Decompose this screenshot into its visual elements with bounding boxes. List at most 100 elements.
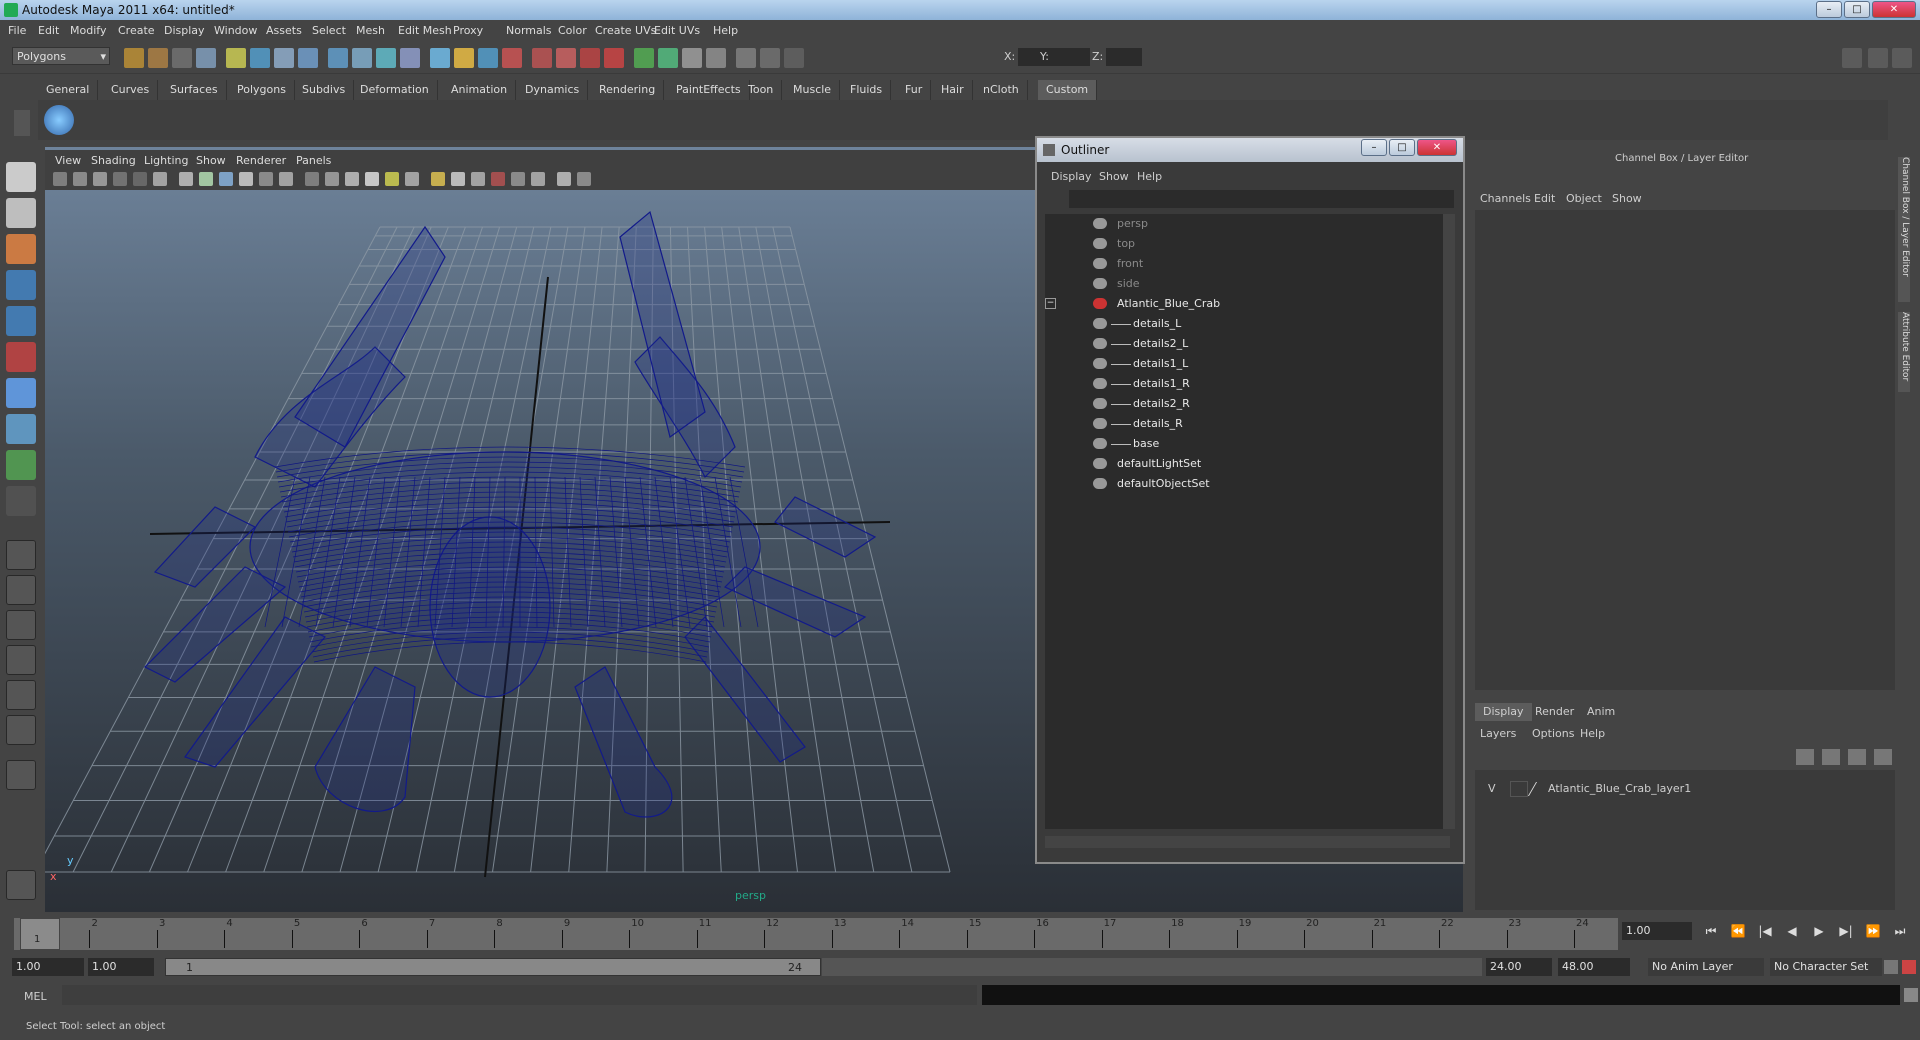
toolbar-tool-icon[interactable]: [352, 48, 372, 68]
toolbar-tool-icon[interactable]: [250, 48, 270, 68]
viewport-toolbar-icon[interactable]: [405, 172, 419, 186]
viewport-toolbar-icon[interactable]: [279, 172, 293, 186]
toolbar-tool-icon[interactable]: [706, 48, 726, 68]
channelbox-menu-edit[interactable]: Edit: [1534, 192, 1555, 205]
viewport-menu-show[interactable]: Show: [196, 154, 226, 167]
outliner-item[interactable]: details_R: [1045, 414, 1425, 434]
play-backward-icon[interactable]: ◀: [1781, 924, 1803, 938]
viewport-menu-lighting[interactable]: Lighting: [144, 154, 188, 167]
shelf-menu-icon[interactable]: [14, 110, 30, 136]
outliner-item[interactable]: − Atlantic_Blue_Crab: [1045, 294, 1425, 314]
shelf-tab-rendering[interactable]: Rendering: [591, 80, 665, 100]
outliner-item[interactable]: details2_R: [1045, 394, 1425, 414]
toolbar-tool-icon[interactable]: [682, 48, 702, 68]
single-pane-layout-icon[interactable]: [6, 540, 36, 570]
range-start-field[interactable]: 1.00: [88, 958, 154, 976]
layer-menu-options[interactable]: Options: [1532, 727, 1574, 740]
select-tool-icon[interactable]: [6, 162, 36, 192]
range-end-field[interactable]: 24.00: [1486, 958, 1552, 976]
coord-y-field[interactable]: [1054, 48, 1090, 66]
viewport-toolbar-icon[interactable]: [577, 172, 591, 186]
step-forward-frame-icon[interactable]: ▶|: [1835, 924, 1857, 938]
go-to-end-icon[interactable]: ⏭: [1889, 924, 1911, 939]
toolbar-tool-icon[interactable]: [532, 48, 552, 68]
outliner-maximize-button[interactable]: □: [1389, 139, 1415, 156]
shelf-tab-subdivs[interactable]: Subdivs: [294, 80, 355, 100]
viewport-toolbar-icon[interactable]: [305, 172, 319, 186]
hypershade-layout-icon[interactable]: [6, 715, 36, 745]
toolbar-tool-icon[interactable]: [376, 48, 396, 68]
layer-playback-toggle[interactable]: [1510, 781, 1528, 797]
layer-menu-layers[interactable]: Layers: [1480, 727, 1516, 740]
menu-assets[interactable]: Assets: [266, 24, 302, 37]
maximize-button[interactable]: □: [1844, 1, 1870, 18]
layout-list-icon[interactable]: [6, 760, 36, 790]
command-input[interactable]: [62, 985, 977, 1005]
viewport-toolbar-icon[interactable]: [53, 172, 67, 186]
viewport-toolbar-icon[interactable]: [557, 172, 571, 186]
toolbar-tool-icon[interactable]: [196, 48, 216, 68]
viewport-toolbar-icon[interactable]: [491, 172, 505, 186]
channel-box-toggle-icon[interactable]: [1892, 48, 1912, 68]
last-tool-icon[interactable]: [6, 486, 36, 516]
outliner-item[interactable]: details1_R: [1045, 374, 1425, 394]
outliner-menu-show[interactable]: Show: [1099, 170, 1129, 183]
outliner-hscrollbar[interactable]: [1045, 836, 1450, 848]
move-tool-icon[interactable]: [6, 270, 36, 300]
outliner-menu-help[interactable]: Help: [1137, 170, 1162, 183]
layer-visibility-toggle[interactable]: V: [1488, 782, 1496, 795]
current-time-field[interactable]: 1.00: [1622, 922, 1692, 940]
toolbar-tool-icon[interactable]: [400, 48, 420, 68]
shelf-tab-polygons[interactable]: Polygons: [229, 80, 295, 100]
outliner-vscrollbar[interactable]: [1443, 214, 1455, 829]
viewport-menu-shading[interactable]: Shading: [91, 154, 136, 167]
outliner-filter-input[interactable]: [1069, 190, 1454, 208]
viewport-toolbar-icon[interactable]: [385, 172, 399, 186]
viewport-menu-panels[interactable]: Panels: [296, 154, 331, 167]
layer-tab-display[interactable]: Display: [1475, 703, 1532, 721]
menu-file[interactable]: File: [8, 24, 26, 37]
viewport-toolbar-icon[interactable]: [93, 172, 107, 186]
toolbar-tool-icon[interactable]: [226, 48, 246, 68]
viewport-menu-renderer[interactable]: Renderer: [236, 154, 286, 167]
side-tab-attribute-editor[interactable]: Attribute Editor: [1898, 312, 1910, 392]
persp-graph-layout-icon[interactable]: [6, 680, 36, 710]
channelbox-menu-object[interactable]: Object: [1566, 192, 1602, 205]
toolbar-tool-icon[interactable]: [148, 48, 168, 68]
viewport-toolbar-icon[interactable]: [219, 172, 233, 186]
toolbar-tool-icon[interactable]: [328, 48, 348, 68]
two-pane-layout-icon[interactable]: [6, 610, 36, 640]
outliner-close-button[interactable]: ✕: [1417, 139, 1457, 156]
menu-edit[interactable]: Edit: [38, 24, 59, 37]
step-forward-key-icon[interactable]: ⏩: [1862, 924, 1884, 938]
side-tab-channelbox[interactable]: Channel Box / Layer Editor: [1898, 157, 1910, 302]
toolbar-tool-icon[interactable]: [784, 48, 804, 68]
anim-layer-select[interactable]: No Anim Layer: [1648, 958, 1764, 976]
menu-create[interactable]: Create: [118, 24, 155, 37]
mode-select[interactable]: Polygons ▾: [12, 47, 110, 65]
viewport-toolbar-icon[interactable]: [113, 172, 127, 186]
menu-create-uvs[interactable]: Create UVs: [595, 24, 656, 37]
shelf-tab-hair[interactable]: Hair: [933, 80, 973, 100]
paint-select-icon[interactable]: [6, 234, 36, 264]
layout-icon[interactable]: [1842, 48, 1862, 68]
checkmark-shelf-icon[interactable]: [44, 105, 74, 135]
menu-normals[interactable]: Normals: [506, 24, 552, 37]
tool-settings-icon[interactable]: [6, 870, 36, 900]
toolbar-tool-icon[interactable]: [124, 48, 144, 68]
menu-color[interactable]: Color: [558, 24, 587, 37]
shelf-tab-deformation[interactable]: Deformation: [352, 80, 438, 100]
shelf-tab-dynamics[interactable]: Dynamics: [517, 80, 589, 100]
toolbar-tool-icon[interactable]: [760, 48, 780, 68]
go-to-start-icon[interactable]: ⏮: [1700, 924, 1722, 939]
outliner-item[interactable]: defaultLightSet: [1045, 454, 1425, 474]
viewport-toolbar-icon[interactable]: [451, 172, 465, 186]
lasso-tool-icon[interactable]: [6, 198, 36, 228]
shelf-tab-ncloth[interactable]: nCloth: [975, 80, 1028, 100]
shelf-tab-fluids[interactable]: Fluids: [842, 80, 892, 100]
outliner-item[interactable]: details_L: [1045, 314, 1425, 334]
viewport-toolbar-icon[interactable]: [471, 172, 485, 186]
viewport-toolbar-icon[interactable]: [431, 172, 445, 186]
scale-tool-icon[interactable]: [6, 342, 36, 372]
collapse-toggle-icon[interactable]: −: [1045, 298, 1056, 309]
